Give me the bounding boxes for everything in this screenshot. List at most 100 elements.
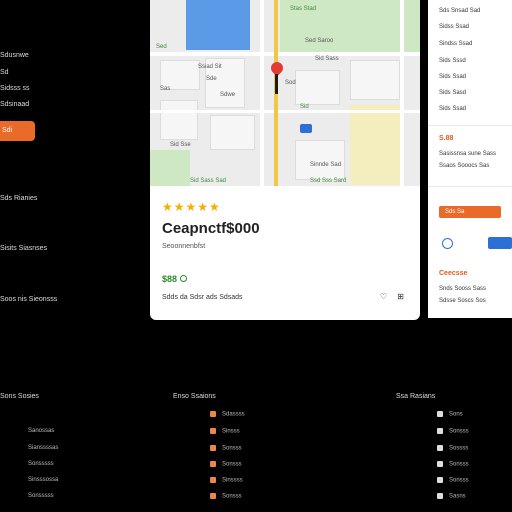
footer-link[interactable]: Sanossas bbox=[28, 428, 54, 434]
footer-link[interactable]: Sonsss bbox=[437, 477, 469, 484]
right-meta: Ssaos Sooocs Sas bbox=[439, 163, 490, 169]
bullet-icon bbox=[437, 445, 443, 451]
footer-link-label: Sonsss bbox=[222, 445, 242, 452]
footer-link[interactable]: Sinsssossa bbox=[28, 477, 58, 483]
bullet-icon bbox=[210, 411, 216, 417]
footer-link[interactable]: Sonsss bbox=[210, 445, 242, 452]
footer-link[interactable]: Sonsss bbox=[437, 428, 469, 435]
place-info: ★★★★★ Ceapnctf$000 Seoonnenbfst $88 Sdds… bbox=[150, 186, 420, 320]
map-view[interactable]: Stas Stad Sed Saroo Sed Ssiad Sit Sde Sa… bbox=[150, 0, 420, 186]
place-title: Ceapnctf$000 bbox=[162, 220, 260, 237]
bullet-icon bbox=[210, 428, 216, 434]
right-list-item[interactable]: Sids Sssd bbox=[439, 58, 466, 64]
left-line: Sd bbox=[0, 69, 9, 76]
map-label: Ssiad Sit bbox=[198, 64, 222, 70]
footer-link-label: Sinssss bbox=[222, 477, 243, 484]
footer-link[interactable]: Sasns bbox=[437, 493, 466, 500]
right-panel: Sds Snsad Sad Sidss Ssad Sindss Ssad Sid… bbox=[428, 0, 512, 318]
right-list-item[interactable]: Sids Ssad bbox=[439, 106, 466, 112]
map-label: Sed Saroo bbox=[305, 38, 334, 44]
map-label: Sid Sass Sad bbox=[190, 178, 227, 184]
map-block bbox=[350, 60, 400, 100]
bullet-icon bbox=[437, 428, 443, 434]
map-sand bbox=[350, 105, 400, 185]
map-label: Ssd Sss Sard bbox=[310, 178, 347, 184]
footer-link-label: Sossss bbox=[449, 445, 469, 452]
map-label: Sas bbox=[160, 86, 171, 92]
footer-link[interactable]: Sonsss bbox=[210, 461, 242, 468]
left-section-link[interactable]: Soos nis Sieonsss bbox=[0, 296, 57, 303]
right-list-item[interactable]: Sids Ssad bbox=[439, 74, 466, 80]
left-sidebar: Sdusnwe Sd Sidsss ss Sdsinaad Sdi Sds Ri… bbox=[0, 0, 150, 380]
footer-link[interactable]: Sinsss bbox=[210, 428, 240, 435]
footer-link-label: Sonsss bbox=[449, 477, 469, 484]
bullet-icon bbox=[210, 493, 216, 499]
right-meta: Snds Sooss Sass bbox=[439, 286, 487, 292]
footer-link[interactable]: Sons bbox=[437, 411, 463, 418]
left-line: Sdsinaad bbox=[0, 101, 30, 108]
map-label: Stas Stad bbox=[290, 6, 317, 12]
footer-link-label: Sonsss bbox=[449, 461, 469, 468]
footer-link-label: Sasns bbox=[449, 493, 466, 500]
map-label: Sdwe bbox=[220, 92, 236, 98]
footer-link[interactable]: Sonsss bbox=[210, 493, 242, 500]
footer-link-label: Sonsss bbox=[222, 461, 242, 468]
bullet-icon bbox=[437, 411, 443, 417]
right-blue-button[interactable] bbox=[488, 237, 512, 249]
bullet-icon bbox=[210, 445, 216, 451]
info-icon[interactable] bbox=[442, 238, 453, 249]
bullet-icon bbox=[437, 461, 443, 467]
divider bbox=[428, 186, 512, 187]
footer-link[interactable]: Sonsssss bbox=[28, 493, 54, 499]
map-block bbox=[295, 140, 345, 180]
footer-link-label: Sonsss bbox=[222, 493, 242, 500]
footer-link-label: Sons bbox=[449, 411, 463, 418]
right-meta: Sdsse Soscs Sos bbox=[439, 298, 486, 304]
bullet-icon bbox=[437, 477, 443, 483]
footer-link[interactable]: Sonsssss bbox=[28, 461, 54, 467]
map-road bbox=[150, 110, 420, 113]
verified-icon bbox=[180, 275, 188, 282]
map-label: Sid Sse bbox=[170, 142, 191, 148]
place-subtitle: Seoonnenbfst bbox=[162, 243, 206, 250]
map-block bbox=[295, 70, 340, 105]
transit-marker-icon[interactable] bbox=[300, 124, 312, 133]
left-section-link[interactable]: Sisits Siasnses bbox=[0, 245, 47, 252]
footer-link[interactable]: Sossss bbox=[437, 445, 468, 452]
map-label: Sed bbox=[156, 44, 167, 50]
pin-stem bbox=[275, 74, 278, 94]
map-block bbox=[210, 115, 255, 150]
footer-link[interactable]: Sonsss bbox=[437, 461, 469, 468]
right-list-item[interactable]: Sindss Ssad bbox=[439, 41, 472, 47]
bullet-icon bbox=[437, 493, 443, 499]
right-action-bar[interactable]: Sds Sa bbox=[439, 206, 501, 218]
map-block bbox=[160, 100, 198, 140]
bullet-icon bbox=[210, 461, 216, 467]
card-action-icons[interactable]: ♡ ⊞ bbox=[380, 292, 408, 301]
map-road bbox=[260, 0, 264, 186]
place-address: Sdds da Sdsr ads Sdsads bbox=[162, 294, 243, 301]
right-list-item[interactable]: Sids Sasd bbox=[439, 90, 466, 96]
footer-link-label: Sinsss bbox=[222, 428, 240, 435]
right-list-item[interactable]: Sds Snsad Sad bbox=[439, 8, 480, 14]
left-section-link[interactable]: Sds Rianies bbox=[0, 195, 37, 202]
map-label: Sid Sass bbox=[315, 56, 339, 62]
right-meta: Sasissnsa sune Sass bbox=[439, 151, 497, 157]
rating-value: $88 bbox=[162, 274, 188, 284]
footer-link[interactable]: Sianssssas bbox=[28, 445, 58, 451]
star-rating: ★★★★★ bbox=[162, 200, 221, 214]
footer-heading: Ssa Rasians bbox=[396, 393, 436, 400]
right-highlight: Ceecsse bbox=[439, 270, 468, 277]
rating-text: $88 bbox=[162, 274, 178, 284]
footer-link[interactable]: Sdassss bbox=[210, 411, 245, 418]
left-cta-button[interactable]: Sdi bbox=[0, 121, 35, 141]
map-park bbox=[150, 150, 190, 186]
left-line: Sdusnwe bbox=[0, 52, 29, 59]
footer-link[interactable]: Sinssss bbox=[210, 477, 243, 484]
left-line: Sidsss ss bbox=[0, 85, 30, 92]
map-water bbox=[186, 0, 250, 50]
footer-heading: Enso Ssaions bbox=[173, 393, 216, 400]
right-list-item[interactable]: Sidss Ssad bbox=[439, 24, 469, 30]
map-label: Sinnde Sad bbox=[310, 162, 342, 168]
map-label: Sid bbox=[300, 104, 309, 110]
